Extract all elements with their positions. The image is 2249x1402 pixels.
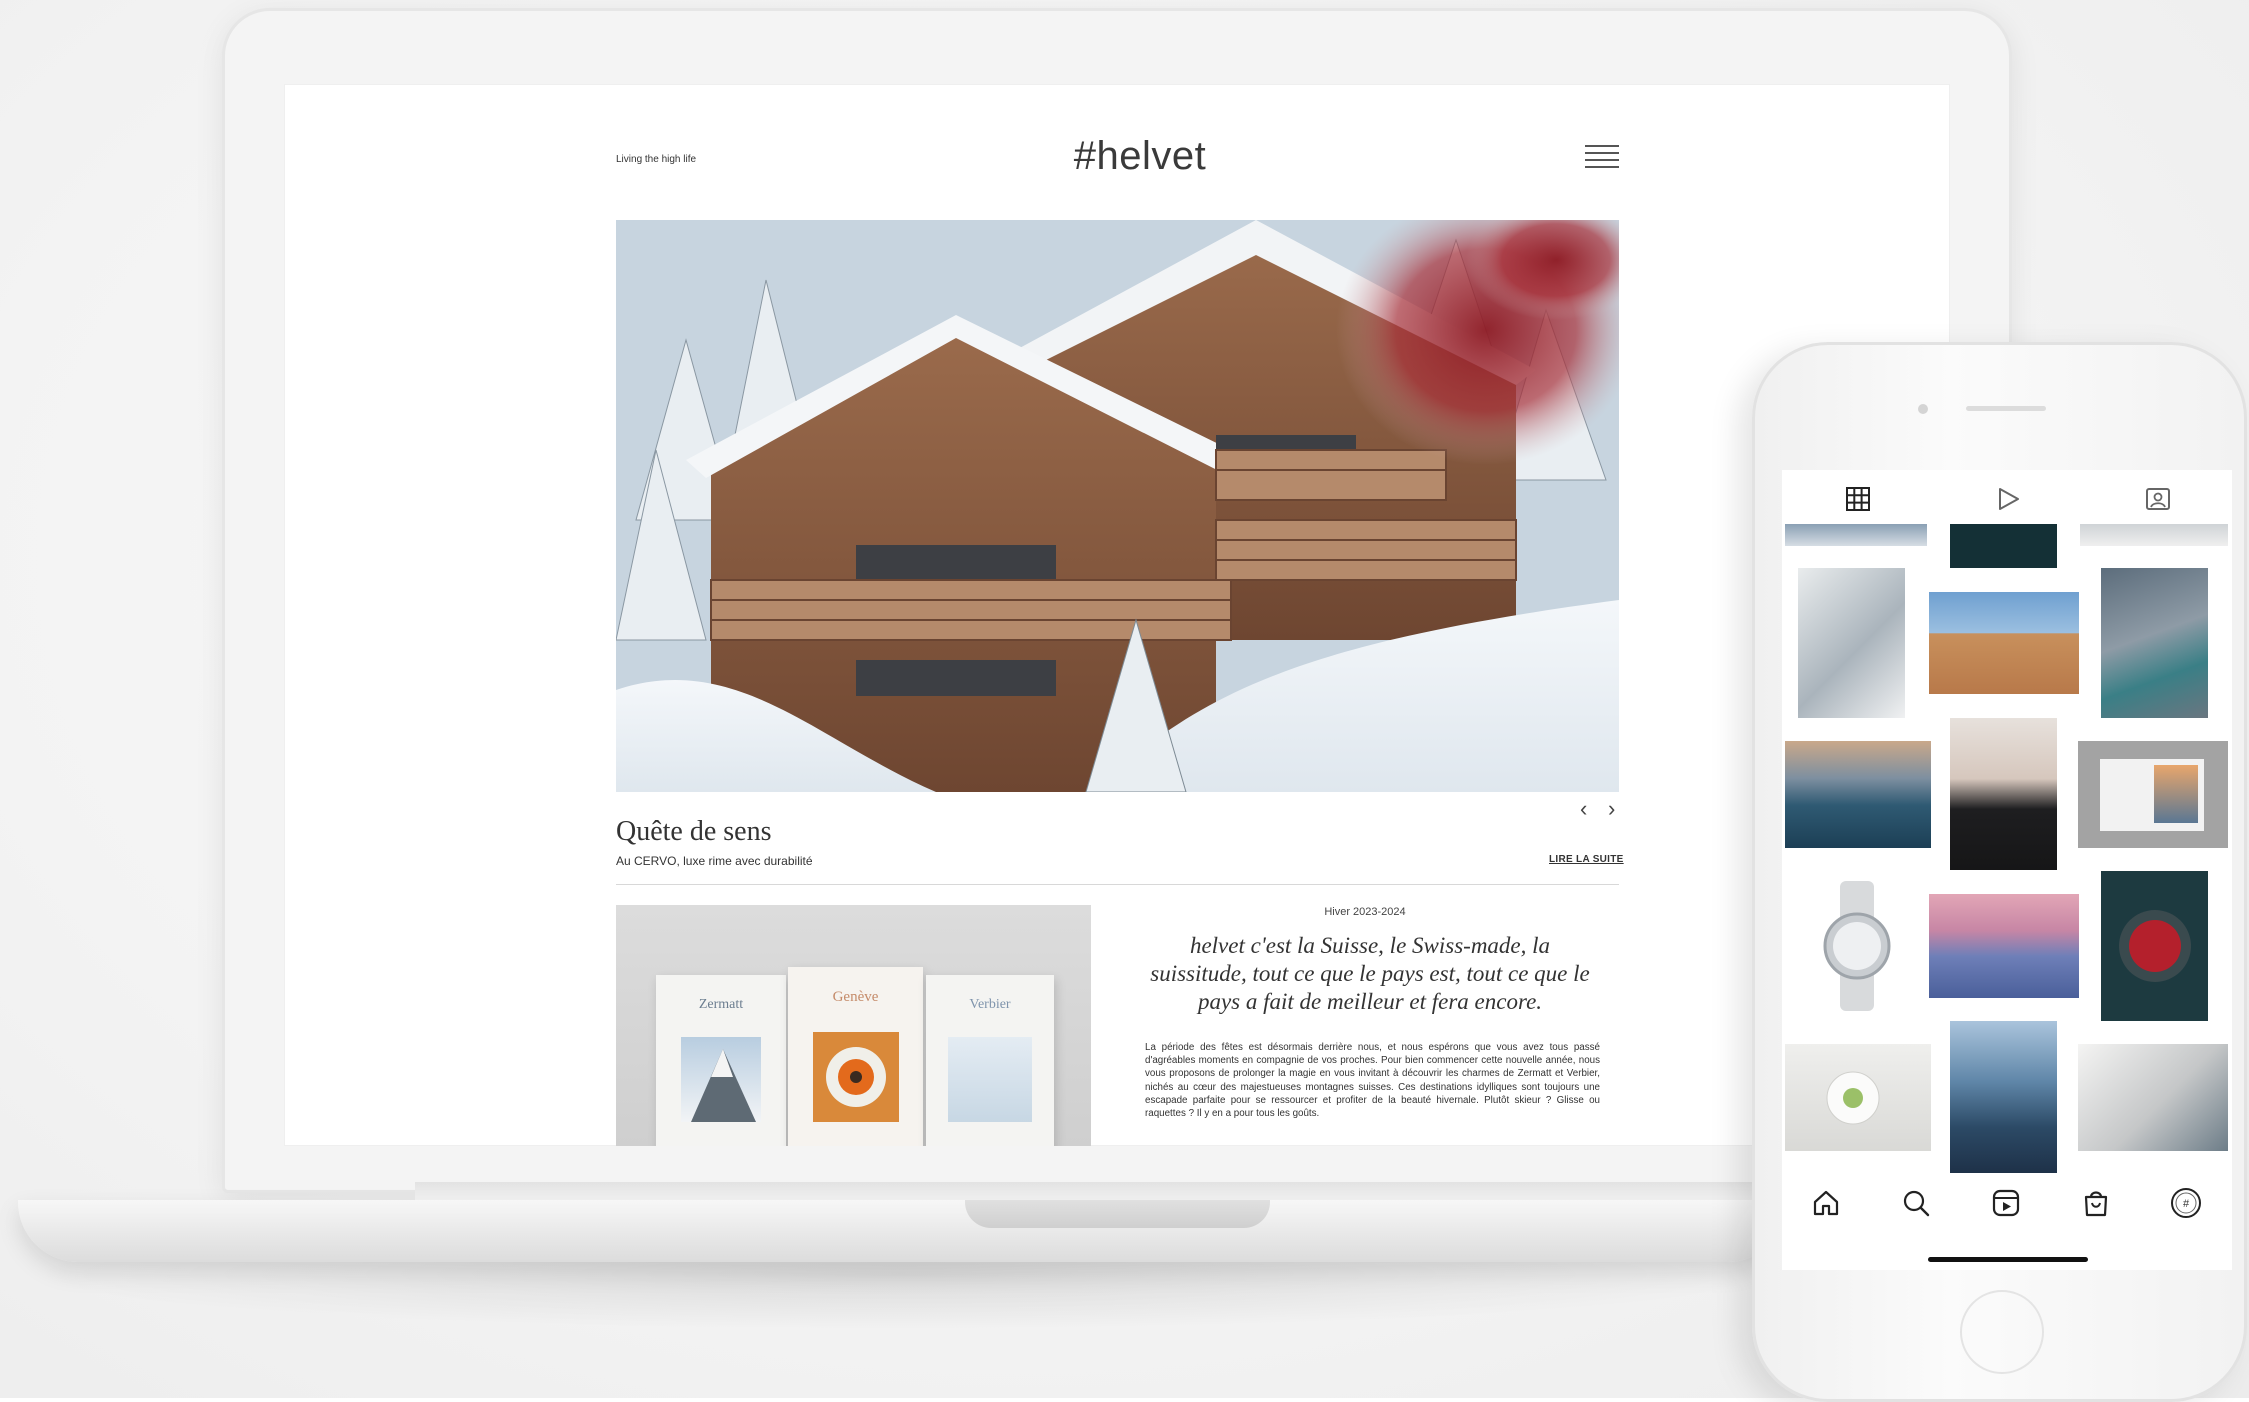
reels-play-icon[interactable] — [1988, 481, 2028, 517]
home-icon[interactable] — [1806, 1183, 1846, 1223]
magazine-title: Zermatt — [698, 997, 744, 1012]
grid-tile-matterhorn-reflection[interactable] — [1950, 1021, 2057, 1173]
laptop-notch — [965, 1200, 1270, 1228]
carousel-prev-button[interactable]: ‹ — [1580, 796, 1587, 822]
magazine-cover: Zermatt — [656, 975, 786, 1146]
profile-avatar-icon[interactable]: # — [2166, 1183, 2206, 1223]
chalet-illustration — [616, 220, 1619, 792]
grid-tile-magazine-spread[interactable] — [2078, 741, 2228, 848]
grid-tile-partial[interactable] — [1785, 524, 1927, 546]
grid-tile-partial[interactable] — [1950, 524, 2057, 568]
read-more-link[interactable]: LIRE LA SUITE — [1549, 854, 1624, 865]
home-indicator-bar — [1928, 1257, 2088, 1262]
magazine-covers-image[interactable]: Zermatt Genève Verbier — [616, 905, 1091, 1146]
edition-season: Hiver 2023-2024 — [1324, 906, 1406, 918]
laptop-hinge — [415, 1182, 1760, 1202]
grid-tile-red-dish[interactable] — [2101, 871, 2208, 1021]
tagged-icon[interactable] — [2138, 481, 2178, 517]
grid-tile-alpenglow-peaks[interactable] — [1929, 894, 2079, 998]
laptop-shadow — [20, 1250, 1780, 1330]
grid-tile-luxury-watch[interactable] — [1785, 871, 1931, 1021]
reels-icon[interactable] — [1986, 1183, 2026, 1223]
magazine-title: Genève — [832, 989, 879, 1005]
grid-tile-mountain-lake[interactable] — [2101, 568, 2208, 718]
matterhorn-photo — [681, 1037, 761, 1122]
grid-icon[interactable] — [1838, 481, 1878, 517]
article-title[interactable]: Quête de sens — [616, 816, 772, 848]
orange-dish-photo — [813, 1032, 899, 1122]
laptop-base — [18, 1200, 1788, 1262]
hamburger-menu-icon[interactable] — [1585, 145, 1619, 173]
ski-slope-photo — [948, 1037, 1032, 1122]
grid-tile-mountain-sunset[interactable] — [1785, 741, 1931, 848]
grid-tile-opera-house[interactable] — [1929, 592, 2079, 694]
svg-text:#: # — [2183, 1198, 2190, 1210]
site-logo[interactable]: #helvet — [1040, 134, 1240, 179]
shop-icon[interactable] — [2076, 1183, 2116, 1223]
edition-body-text: La période des fêtes est désormais derri… — [1145, 1042, 1600, 1120]
section-divider — [616, 884, 1619, 885]
phone-camera — [1918, 404, 1928, 414]
grid-tile-woman-portrait[interactable] — [1950, 718, 2057, 870]
grid-tile-partial[interactable] — [2080, 524, 2228, 546]
magazine-title: Verbier — [969, 997, 1011, 1012]
grid-tile-book-pages[interactable] — [2078, 1044, 2228, 1151]
edition-quote: helvet c'est la Suisse, le Swiss-made, l… — [1150, 933, 1590, 1014]
carousel-next-button[interactable]: › — [1608, 796, 1615, 822]
phone-home-button[interactable] — [1960, 1290, 2044, 1374]
phone-speaker — [1966, 406, 2046, 411]
hero-image-chalet[interactable] — [616, 220, 1619, 792]
magazine-cover: Verbier — [926, 975, 1054, 1146]
site-tagline: Living the high life — [616, 154, 697, 165]
magazine-cover: Genève — [788, 967, 923, 1146]
article-subtitle: Au CERVO, luxe rime avec durabilité — [616, 854, 813, 868]
grid-tile-gourmet-plate[interactable] — [1785, 1044, 1931, 1151]
grid-tile-glacier-ice[interactable] — [1798, 568, 1905, 718]
search-icon[interactable] — [1896, 1183, 1936, 1223]
